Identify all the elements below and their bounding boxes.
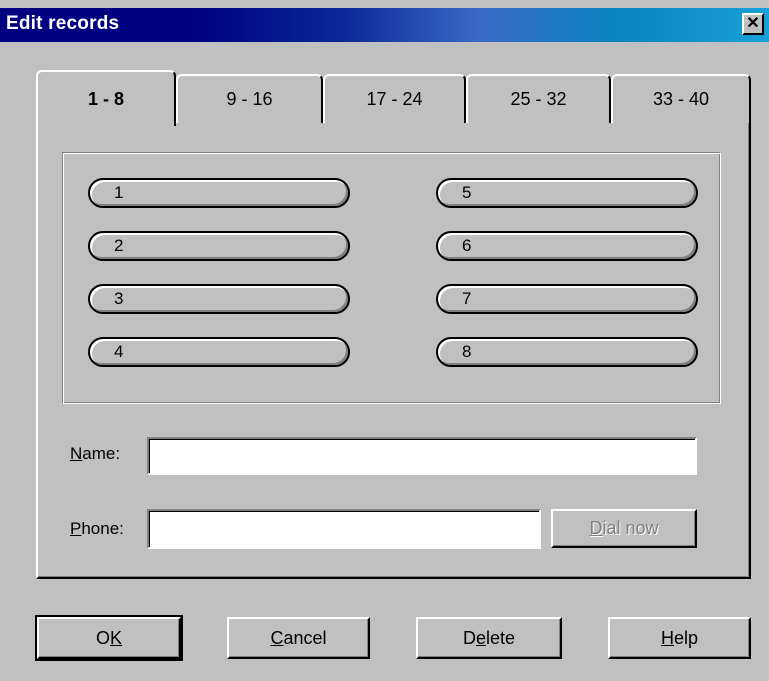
name-label: Name:: [70, 444, 120, 464]
record-label: 8: [462, 342, 472, 361]
cancel-button[interactable]: Cancel: [227, 617, 370, 659]
name-input[interactable]: [147, 437, 697, 475]
record-button-4[interactable]: 4: [88, 337, 350, 367]
phone-label-text: hone:: [81, 519, 124, 538]
tab-25-32[interactable]: 25 - 32: [466, 74, 611, 123]
ok-label: OK: [96, 628, 122, 649]
tab-label: 25 - 32: [510, 89, 567, 109]
record-label: 5: [462, 183, 472, 202]
cancel-post: ancel: [283, 627, 327, 648]
record-button-2[interactable]: 2: [88, 231, 350, 261]
help-button[interactable]: Help: [608, 617, 751, 659]
tab-1-8[interactable]: 1 - 8: [36, 70, 176, 129]
close-icon: ✕: [746, 15, 760, 32]
window-title: Edit records: [6, 13, 120, 34]
record-button-6[interactable]: 6: [436, 231, 698, 261]
delete-post: lete: [485, 627, 516, 648]
dial-hotkey: D: [589, 518, 603, 538]
ok-hotkey: K: [110, 627, 123, 648]
tab-17-24[interactable]: 17 - 24: [323, 74, 466, 123]
tab-33-40[interactable]: 33 - 40: [611, 74, 751, 123]
record-button-8[interactable]: 8: [436, 337, 698, 367]
help-hotkey: H: [660, 627, 674, 648]
name-label-text: ame:: [82, 444, 121, 463]
phone-label: Phone:: [70, 519, 124, 539]
record-button-1[interactable]: 1: [88, 178, 350, 208]
tab-9-16[interactable]: 9 - 16: [176, 74, 323, 123]
dial-rest: ial now: [602, 518, 659, 538]
cancel-label: Cancel: [270, 628, 326, 649]
help-label: Help: [661, 628, 698, 649]
record-label: 3: [114, 289, 124, 308]
dial-now-label: Dial now: [589, 518, 658, 539]
record-label: 7: [462, 289, 472, 308]
delete-label: Delete: [463, 628, 515, 649]
phone-input[interactable]: [147, 509, 541, 549]
tab-label: 17 - 24: [366, 89, 423, 109]
record-button-7[interactable]: 7: [436, 284, 698, 314]
ok-pre: O: [95, 627, 110, 648]
tab-label: 1 - 8: [87, 88, 125, 109]
tab-label: 33 - 40: [652, 89, 710, 109]
delete-pre: D: [462, 627, 476, 648]
close-button[interactable]: ✕: [742, 13, 764, 35]
record-button-3[interactable]: 3: [88, 284, 350, 314]
cancel-hotkey: C: [270, 627, 284, 648]
help-post: elp: [673, 627, 699, 648]
ok-button[interactable]: OK: [35, 615, 183, 661]
record-label: 6: [462, 236, 472, 255]
delete-hotkey: e: [475, 627, 486, 648]
name-hotkey: N: [70, 444, 83, 463]
tab-label: 9 - 16: [226, 89, 273, 109]
title-bar[interactable]: Edit records ✕: [0, 8, 769, 42]
dial-now-button[interactable]: Dial now: [551, 509, 697, 548]
record-label: 4: [114, 342, 124, 361]
record-label: 2: [114, 236, 124, 255]
phone-hotkey: P: [70, 519, 82, 538]
delete-button[interactable]: Delete: [416, 617, 562, 659]
record-label: 1: [114, 183, 124, 202]
record-button-5[interactable]: 5: [436, 178, 698, 208]
